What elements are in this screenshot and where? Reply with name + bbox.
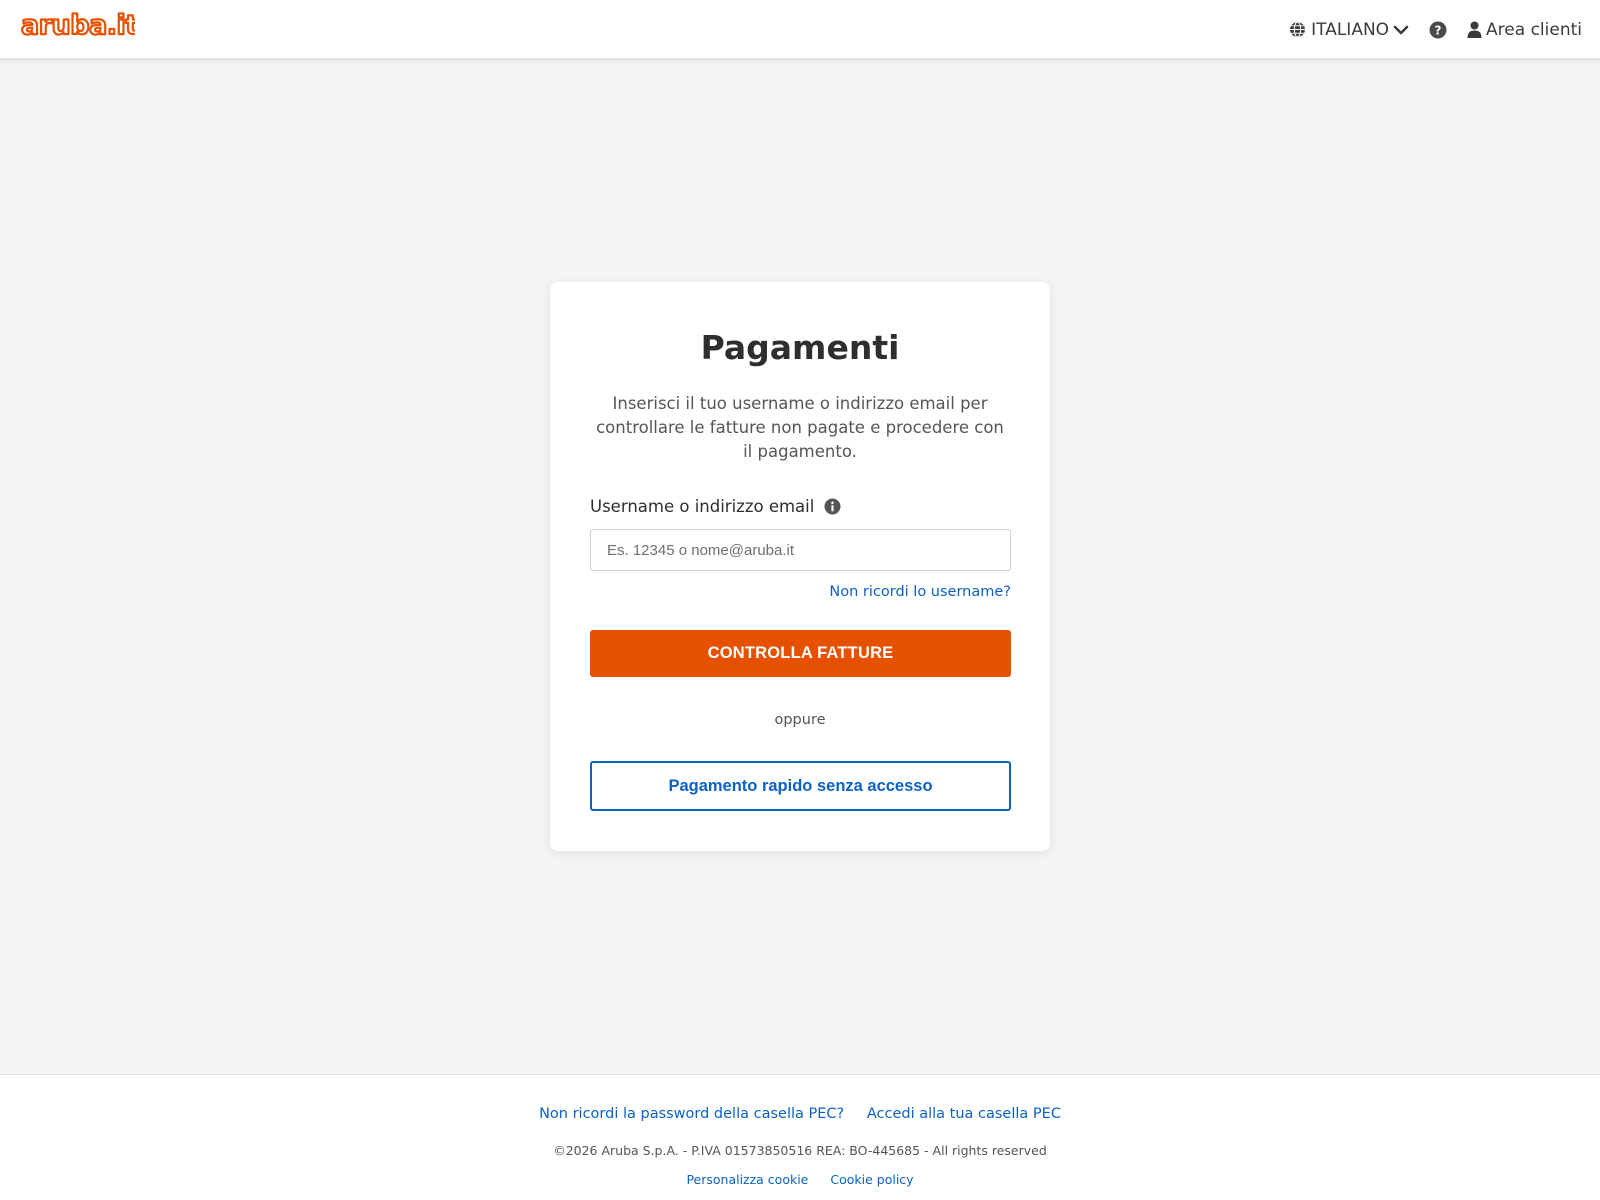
user-icon — [1467, 21, 1482, 38]
check-invoices-button[interactable]: CONTROLLA FATTURE — [590, 630, 1011, 677]
top-header: aruba.it ITALIANO ? Area clienti — [0, 0, 1600, 59]
language-label: ITALIANO — [1311, 19, 1390, 40]
page-title: Pagamenti — [700, 328, 900, 367]
footer-pec-links: Non ricordi la password della casella PE… — [0, 1106, 1600, 1122]
chevron-down-icon — [1393, 25, 1409, 34]
svg-text:?: ? — [1435, 23, 1442, 37]
username-label-text: Username o indirizzo email — [590, 497, 815, 516]
footer-cookie-links: Personalizza cookie Cookie policy — [0, 1172, 1600, 1187]
logo-wordmark: aruba.it — [21, 10, 135, 41]
help-icon[interactable]: ? — [1429, 21, 1447, 39]
language-selector[interactable]: ITALIANO — [1289, 20, 1409, 40]
header-actions: ITALIANO ? Area clienti — [1289, 0, 1600, 59]
cookie-policy-link[interactable]: Cookie policy — [830, 1172, 913, 1187]
globe-icon — [1290, 21, 1306, 38]
customize-cookie-link[interactable]: Personalizza cookie — [686, 1172, 808, 1187]
copyright-text: ©2026 Aruba S.p.A. - P.IVA 01573850516 R… — [553, 1143, 1047, 1158]
pec-access-link[interactable]: Accedi alla tua casella PEC — [867, 1106, 1061, 1122]
account-label: Area clienti — [1486, 19, 1582, 40]
pec-password-link[interactable]: Non ricordi la password della casella PE… — [539, 1106, 844, 1122]
account-link[interactable]: Area clienti — [1467, 20, 1582, 40]
aruba-logo[interactable]: aruba.it — [19, 8, 135, 42]
quick-payment-button[interactable]: Pagamento rapido senza accesso — [590, 761, 1011, 811]
info-icon[interactable] — [824, 498, 841, 515]
or-separator: oppure — [774, 712, 826, 728]
page-description: Inserisci il tuo username o indirizzo em… — [596, 394, 1004, 461]
username-field-label: Username o indirizzo email — [590, 497, 841, 516]
username-input[interactable] — [590, 529, 1011, 571]
payment-card: Pagamenti Inserisci il tuo username o in… — [550, 282, 1050, 851]
forgot-username-link[interactable]: Non ricordi lo username? — [829, 584, 1011, 600]
page-footer: Non ricordi la password della casella PE… — [0, 1074, 1600, 1200]
